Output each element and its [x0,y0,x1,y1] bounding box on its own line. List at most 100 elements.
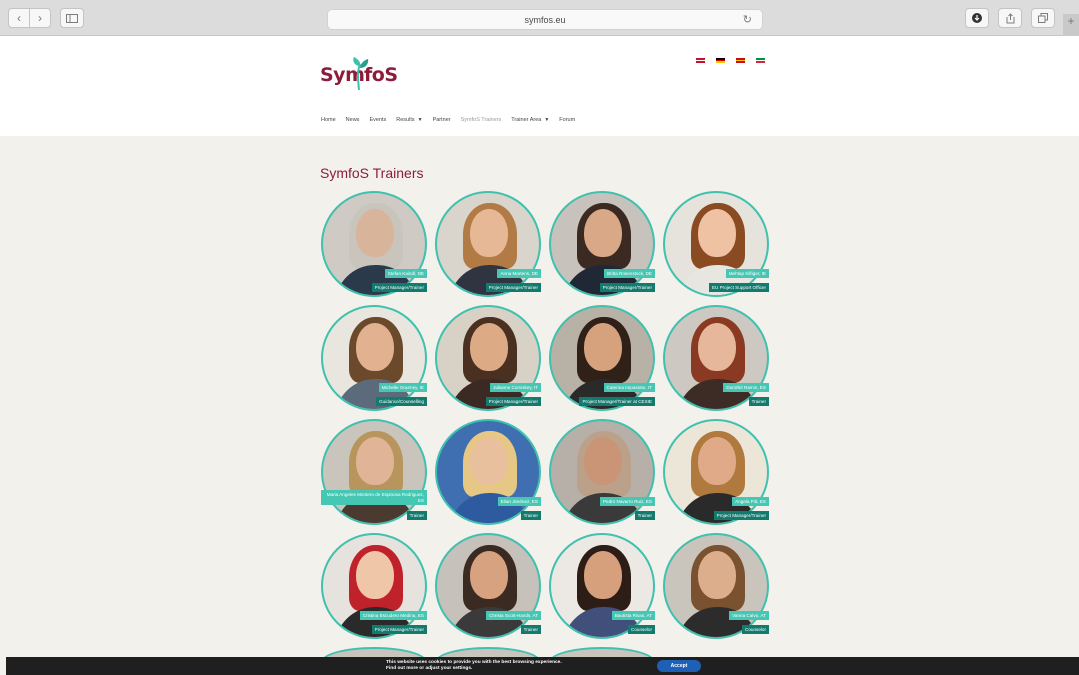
menu-item-label: Forum [559,117,576,123]
trainer-photo [321,305,427,411]
trainer-card[interactable]: Elian Jiménez, ES Trainer [435,419,541,525]
trainer-photo [435,191,541,297]
trainer-name: Anna Martens, DE [497,269,541,278]
trainer-photo [321,191,427,297]
address-bar[interactable]: symfos.eu ↻ [327,9,763,30]
symfos-logo[interactable]: Sym foS [320,56,410,96]
trainer-name: Julianne Comiskey, IT [490,383,541,392]
page-title: SymfoS Trainers [320,165,424,181]
flag-es-icon[interactable] [736,58,745,64]
chevron-right-icon[interactable]: › [29,8,51,28]
trainer-card[interactable]: Vanna Calvo, AT Counselor [663,533,769,639]
trainer-card[interactable]: Angela Pitt, ES Project Manager/Trainer [663,419,769,525]
sidebar-toggle-icon[interactable] [60,8,84,28]
flag-en-icon[interactable] [696,58,705,64]
trainer-card[interactable]: Britta Rosenstock, DE Project Manager/Tra… [549,191,655,297]
new-tab-button[interactable]: + [1063,14,1079,36]
trainer-role: Counselor [742,625,769,634]
share-icon[interactable] [998,8,1022,28]
trainer-name: Michelle Gourney, IE [378,383,427,392]
trainer-name: Britta Rosenstock, DE [604,269,655,278]
trainer-card[interactable]: Julianne Comiskey, IT Project Manager/Tra… [435,305,541,411]
menu-item-trainer-area[interactable]: Trainer Area ▼ [511,117,549,123]
cookie-message-line2[interactable]: Find out more or adjust your settings. [386,666,562,672]
trainer-role: Trainer [520,511,541,520]
trainer-role: EU Project Support Officer [708,283,769,292]
trainer-role: Project Manager/Trainer [599,283,655,292]
downloads-icon[interactable] [965,8,989,28]
menu-item-results[interactable]: Results ▼ [396,117,422,123]
menu-item-label: SymfoS Trainers [460,117,502,123]
trainer-name: Christa Scott-Hands, AT [486,611,541,620]
trainer-role: Project Manager/Trainer [485,283,541,292]
trainer-role: Guidance/Counselling [376,397,427,406]
trainer-photo [663,419,769,525]
trainer-card[interactable]: Pedro Navarro Ruiz, ES Trainer [549,419,655,525]
cookie-banner: This website uses cookies to provide you… [6,657,1079,675]
trainer-card[interactable]: Maria Angeles Montero de Espinosa Rodrig… [321,419,427,525]
trainer-role: Project Manager/Trainer [485,397,541,406]
trainer-role: Trainer [748,397,769,406]
menu-item-symfos-trainers[interactable]: SymfoS Trainers [461,117,502,123]
trainer-card[interactable]: Mehtap Kilfiger, IE EU Project Support Of… [663,191,769,297]
trainer-card[interactable]: Bautista Rivas, AT Counselor [549,533,655,639]
flag-de-icon[interactable] [716,58,725,64]
trainer-card[interactable]: Caterina Impastato, IT Project Manager/Tr… [549,305,655,411]
trainer-photo [321,533,427,639]
reload-icon[interactable]: ↻ [743,13,752,26]
trainer-role: Counselor [628,625,655,634]
trainer-card[interactable]: Stefan Kaindl, DE Project Manager/Trainer [321,191,427,297]
menu-item-label: Trainer Area [511,117,542,123]
trainer-photo [435,305,541,411]
trainer-name: Mehtap Kilfiger, IE [725,269,769,278]
menu-item-label: Home [321,117,336,123]
trainer-card[interactable]: Christa Scott-Hands, AT Trainer [435,533,541,639]
trainer-card[interactable]: Anna Martens, DE Project Manager/Trainer [435,191,541,297]
trainer-name: Bautista Rivas, AT [611,611,655,620]
chevron-left-icon[interactable]: ‹ [8,8,30,28]
trainer-card[interactable]: Dorothé Ramin, ES Trainer [663,305,769,411]
accept-cookies-button[interactable]: Accept [657,660,701,672]
trainer-name: Vanna Calvo, AT [729,611,769,620]
trainer-photo [549,533,655,639]
menu-item-partner[interactable]: Partner [433,117,451,123]
trainer-photo [321,419,427,525]
chevron-down-icon: ▼ [417,117,423,123]
menu-item-forum[interactable]: Forum [559,117,575,123]
trainer-role: Project Manager/Trainer [371,625,427,634]
main-menu: Home News Events Results ▼ Partner SymfoS Trai… [321,117,575,123]
trainer-card[interactable]: Michelle Gourney, IE Guidance/Counselling [321,305,427,411]
trainer-name: Pedro Navarro Ruiz, ES [599,497,655,506]
trainer-role: Project Manager/Trainer [713,511,769,520]
menu-item-label: News [345,117,360,123]
cookie-message: This website uses cookies to provide you… [386,660,562,672]
trainer-name: Stefan Kaindl, DE [384,269,427,278]
trainer-photo [435,533,541,639]
menu-item-label: Partner [432,117,451,123]
trainer-name: Elian Jiménez, ES [497,497,541,506]
trainer-photo [549,191,655,297]
site-header: Sym foS Home News Events Results ▼ Partner Sym… [0,36,1079,136]
menu-item-label: Results [396,117,415,123]
trainer-role: Trainer [520,625,541,634]
trainer-role: Trainer [634,511,655,520]
tabs-overview-icon[interactable] [1031,8,1055,28]
trainer-photo [663,533,769,639]
trainer-name: Maria Angeles Montero de Espinosa Rodrig… [321,490,427,505]
url-text: symfos.eu [524,14,566,25]
language-switcher [696,58,765,64]
flag-it-icon[interactable] [756,58,765,64]
trainer-photo [663,191,769,297]
trainer-photo [549,305,655,411]
trainer-card[interactable]: Cristina Escudero Medina, ES Project Mana… [321,533,427,639]
menu-item-home[interactable]: Home [321,117,336,123]
trainer-photo [663,305,769,411]
menu-item-news[interactable]: News [346,117,360,123]
trainer-name: Angela Pitt, ES [732,497,769,506]
trainer-role: Trainer [406,511,427,520]
trainer-photo [435,419,541,525]
logo-text-fos: foS [364,64,398,86]
menu-item-events[interactable]: Events [369,117,386,123]
trainer-photo [549,419,655,525]
trainer-name: Caterina Impastato, IT [603,383,655,392]
